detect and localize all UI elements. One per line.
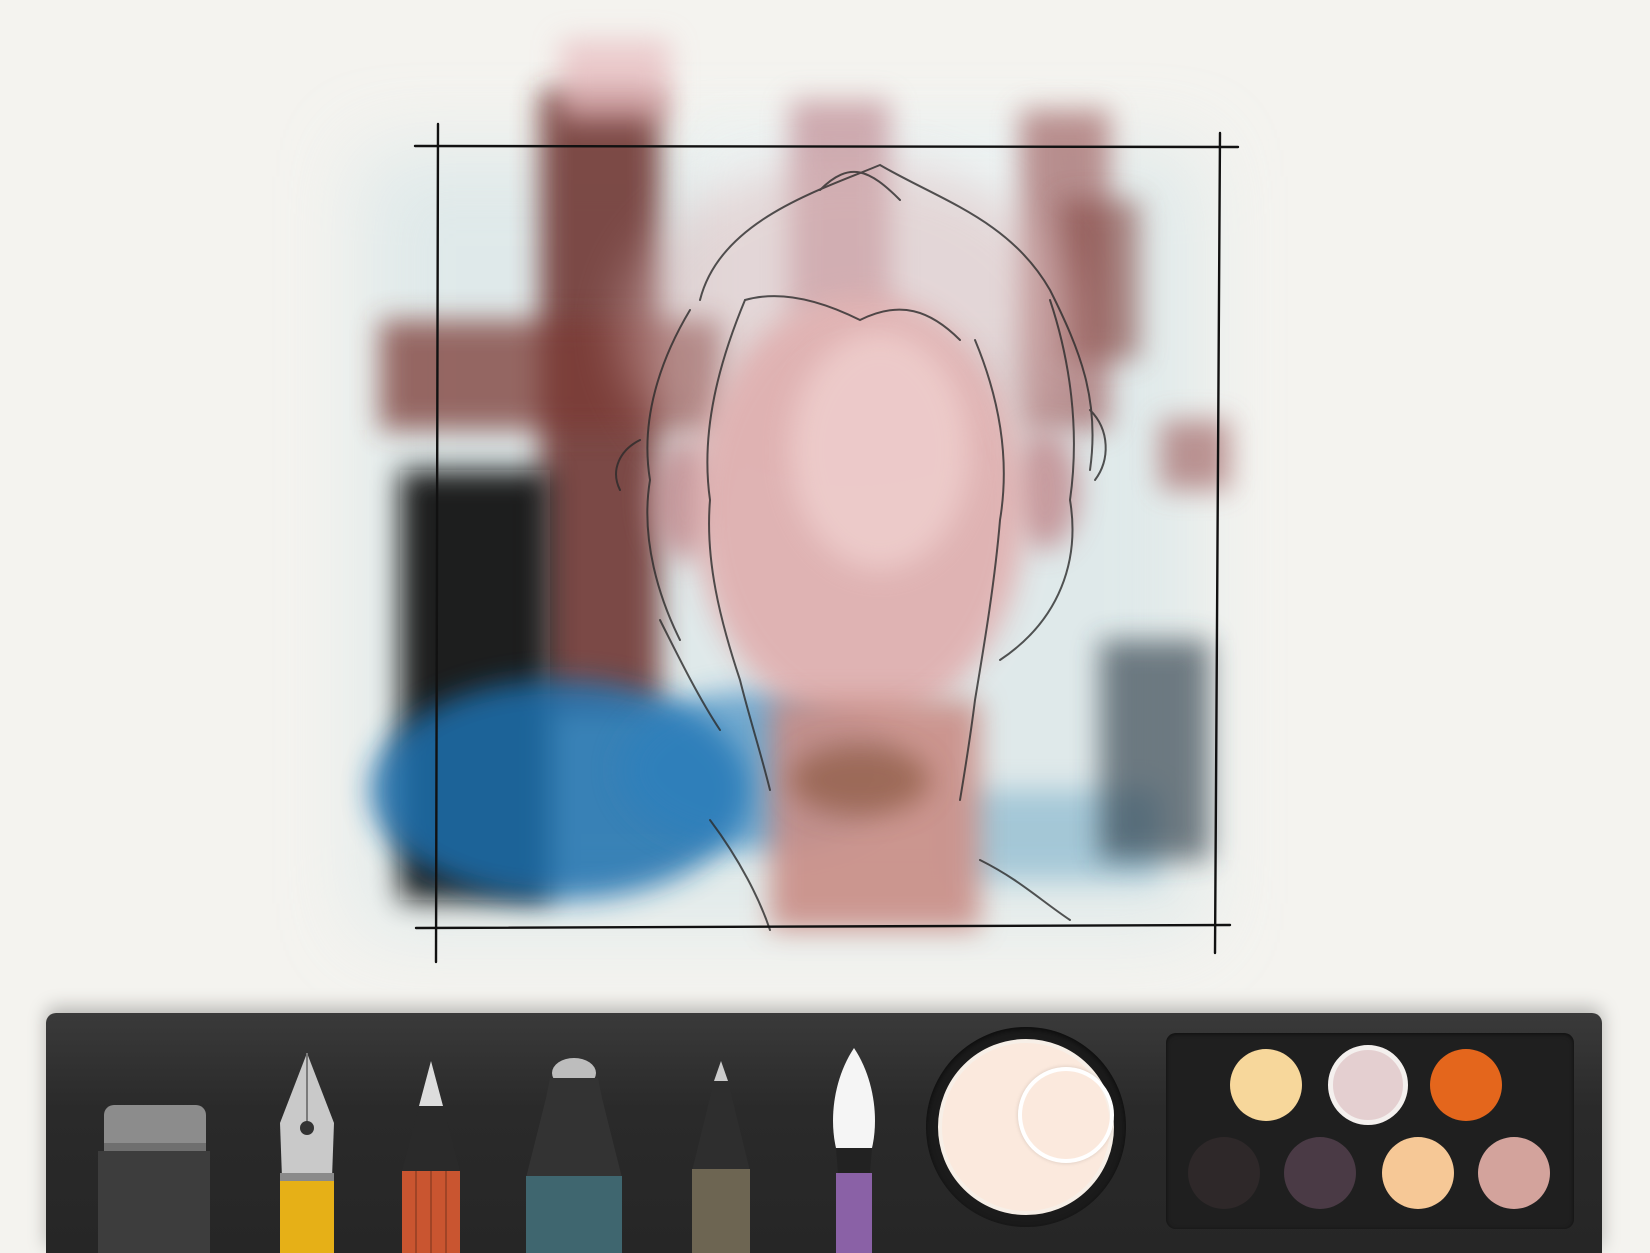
palette-swatch[interactable] [1230, 1049, 1302, 1121]
eraser-tool[interactable] [98, 1103, 210, 1253]
marker-tool[interactable] [522, 1058, 626, 1253]
palette-swatch-selected[interactable] [1328, 1045, 1408, 1125]
color-palette [1166, 1033, 1574, 1229]
palette-swatch[interactable] [1382, 1137, 1454, 1209]
watercolor-painting [360, 40, 1230, 930]
palette-swatch[interactable] [1188, 1137, 1260, 1209]
pencil-tool[interactable] [396, 1061, 466, 1253]
palette-swatch[interactable] [1478, 1137, 1550, 1209]
palette-swatch[interactable] [1284, 1137, 1356, 1209]
brush-icon [833, 1048, 875, 1253]
color-selection-ring [1018, 1067, 1114, 1163]
marker-icon [526, 1058, 622, 1253]
tool-tray [46, 1013, 1602, 1253]
fountain-pen-icon [280, 1053, 334, 1253]
palette-swatch[interactable] [1430, 1049, 1502, 1121]
fountain-pen-tool[interactable] [272, 1053, 342, 1253]
pencil-icon [402, 1061, 460, 1253]
fine-pen-tool[interactable] [688, 1061, 754, 1253]
eraser-icon [98, 1105, 210, 1253]
fine-pen-icon [692, 1061, 750, 1253]
drawing-canvas[interactable] [0, 0, 1650, 990]
brush-tool[interactable] [824, 1048, 884, 1253]
current-color-picker[interactable] [926, 1027, 1126, 1227]
